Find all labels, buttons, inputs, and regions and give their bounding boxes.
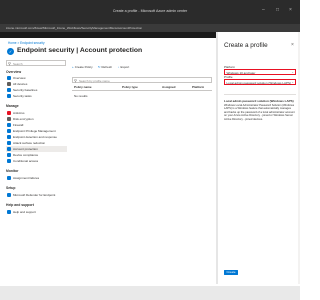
sidebar-item-label: Microsoft Defender for Endpoint [13, 193, 56, 198]
taskbar [0, 286, 300, 300]
sidebar-item-label: Endpoint Privilege Management [13, 129, 56, 134]
plus-icon: + [72, 65, 74, 69]
sidebar-item-label: Device compliance [13, 153, 39, 158]
nav-section-manage: Manage [6, 104, 19, 108]
download-icon: ↓ [118, 65, 120, 69]
sidebar-item-assignment-failures[interactable]: Assignment failures [6, 175, 67, 181]
help-icon [7, 210, 11, 214]
close-icon[interactable]: × [291, 42, 294, 48]
profile-value: Local admin password solution (Windows L… [226, 81, 292, 85]
defender-icon [7, 193, 11, 197]
close-window-icon[interactable]: × [289, 8, 292, 13]
shield-icon: ✓ [7, 48, 14, 55]
chevron-down-icon: ⌄ [291, 70, 294, 75]
conditional-access-icon [7, 159, 11, 163]
tasks-icon [7, 94, 11, 98]
sidebar-item-security-tasks[interactable]: Security tasks [6, 93, 67, 99]
sidebar: ⚲ Search Overview Overview All devices S… [4, 60, 68, 272]
detection-icon [7, 135, 11, 139]
platform-select[interactable]: Windows 10 and later ⌄ [224, 69, 296, 75]
create-policy-button[interactable]: +Create Policy [72, 65, 93, 69]
antivirus-icon [7, 111, 11, 115]
sidebar-item-label: Assignment failures [13, 176, 40, 181]
section-divider [224, 94, 296, 95]
sidebar-search[interactable]: ⚲ Search [6, 60, 66, 66]
baseline-icon [7, 88, 11, 92]
table-header-divider [72, 90, 212, 91]
refresh-button[interactable]: ↻Refresh [98, 65, 112, 69]
sidebar-item-label: Overview [13, 76, 26, 81]
sidebar-item-label: Help and support [13, 210, 36, 215]
profile-select[interactable]: Local admin password solution (Windows L… [224, 79, 296, 85]
sidebar-item-help-and-support[interactable]: Help and support [6, 209, 67, 215]
refresh-icon: ↻ [98, 65, 101, 69]
breadcrumb[interactable]: Home > Endpoint security [8, 41, 45, 45]
window-title: Create a profile - Microsoft Azure admin… [112, 9, 188, 13]
create-profile-panel: Create a profile × Platform Windows 10 a… [218, 32, 300, 284]
nav-section-overview: Overview [6, 70, 22, 74]
nav-section-monitor: Monitor [6, 169, 19, 173]
sidebar-item-label: Conditional access [13, 159, 39, 164]
minimize-icon[interactable]: – [262, 8, 265, 13]
column-header-assigned[interactable]: Assigned [162, 85, 176, 89]
devices-icon [7, 82, 11, 86]
page-title: Endpoint security | Account protection [17, 47, 143, 54]
window-titlebar: Create a profile - Microsoft Azure admin… [0, 0, 300, 24]
panel-title: Create a profile [224, 42, 268, 49]
empty-state: No results [74, 94, 88, 98]
nav-section-setup: Setup [6, 186, 16, 190]
search-icon: ⚲ [8, 61, 11, 66]
sidebar-item-defender[interactable]: Microsoft Defender for Endpoint [6, 192, 67, 198]
chevron-down-icon: ⌄ [291, 80, 294, 85]
address-bar[interactable]: intune.microsoft.com/#view/Microsoft_Int… [0, 24, 300, 32]
lock-icon [7, 117, 11, 121]
address-url[interactable]: intune.microsoft.com/#view/Microsoft_Int… [6, 26, 142, 30]
create-button[interactable]: Create [224, 270, 238, 275]
sidebar-item-label: Security baselines [13, 88, 38, 93]
sidebar-item-label: Endpoint detection and response [13, 135, 57, 140]
sidebar-item-label: All devices [13, 82, 28, 87]
attack-surface-icon [7, 141, 11, 145]
profile-search-placeholder: Search by profile name [79, 79, 110, 84]
profile-search-input[interactable]: ⚲ Search by profile name [72, 77, 212, 83]
scrollbar[interactable] [298, 32, 300, 284]
column-header-policy-type[interactable]: Policy type [122, 85, 138, 89]
sidebar-item-label: Attack surface reduction [13, 141, 46, 146]
privilege-icon [7, 129, 11, 133]
page-header: ✓ Endpoint security | Account protection… [6, 46, 206, 58]
firewall-icon [7, 123, 11, 127]
sidebar-item-conditional-access[interactable]: Conditional access [6, 158, 67, 164]
sidebar-item-label: Antivirus [13, 111, 25, 116]
assignment-icon [7, 176, 11, 180]
maximize-icon[interactable]: □ [276, 8, 279, 13]
account-protection-icon [7, 147, 11, 151]
export-button[interactable]: ↓Export [118, 65, 129, 69]
sidebar-item-label: Account protection [13, 147, 38, 152]
sidebar-item-label: Disk encryption [13, 117, 34, 122]
nav-section-help: Help and support [6, 203, 34, 207]
more-options-icon[interactable]: ⋯ [112, 48, 117, 54]
profile-description-text: Windows Local Administrator Password Sol… [224, 104, 295, 121]
sidebar-item-label: Security tasks [13, 94, 32, 99]
sidebar-item-label: Firewall [13, 123, 24, 128]
overview-icon [7, 76, 11, 80]
column-header-policy-name[interactable]: Policy name [74, 85, 92, 89]
profile-description-title: Local admin password solution (Windows L… [224, 99, 294, 103]
sidebar-search-placeholder: Search [13, 62, 23, 67]
column-header-platform[interactable]: Platform [192, 85, 204, 89]
main-content: +Create Policy ↻Refresh ↓Export ⚲ Search… [70, 60, 215, 272]
compliance-icon [7, 153, 11, 157]
search-icon: ⚲ [74, 78, 77, 83]
